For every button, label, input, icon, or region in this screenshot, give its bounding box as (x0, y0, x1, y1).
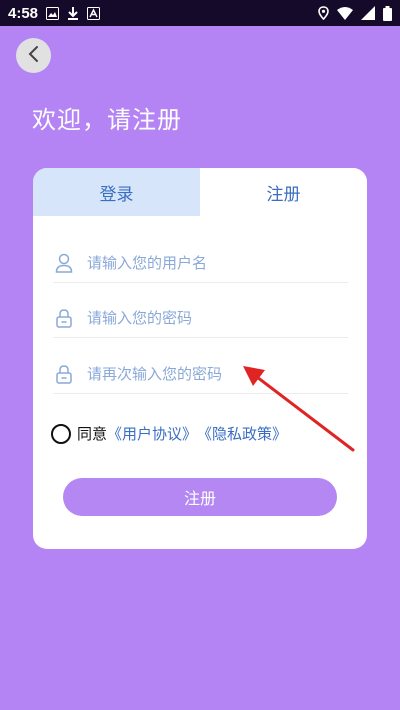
lock-icon (53, 307, 75, 329)
battery-icon (383, 5, 392, 21)
password-input[interactable] (87, 308, 327, 327)
register-submit-button[interactable]: 注册 (63, 478, 337, 516)
status-time: 4:58 (8, 4, 39, 22)
register-card: 登录 注册 同意 《用户协议》 《隐私政策》 注册 (33, 168, 367, 549)
chevron-left-icon (27, 45, 41, 67)
location-icon (318, 6, 329, 20)
app-icon (87, 6, 101, 20)
password-field (53, 298, 348, 338)
username-field (53, 243, 348, 283)
username-input[interactable] (87, 253, 327, 272)
tab-register[interactable]: 注册 (200, 168, 367, 216)
download-icon (67, 6, 79, 20)
agree-prefix: 同意 (77, 425, 108, 443)
back-button[interactable] (16, 38, 51, 73)
tab-bar: 登录 注册 (33, 168, 367, 216)
lock-icon (53, 363, 75, 385)
user-agreement-link[interactable]: 《用户协议》 (107, 423, 197, 444)
tab-login[interactable]: 登录 (33, 168, 200, 216)
status-bar: 4:58 (0, 0, 400, 26)
signal-icon (361, 6, 375, 20)
agree-radio[interactable] (51, 423, 71, 444)
wifi-icon (337, 6, 353, 20)
annotation-arrow-icon (243, 366, 355, 452)
image-icon (46, 6, 60, 20)
user-icon (53, 252, 75, 274)
welcome-title: 欢迎，请注册 (32, 106, 182, 134)
